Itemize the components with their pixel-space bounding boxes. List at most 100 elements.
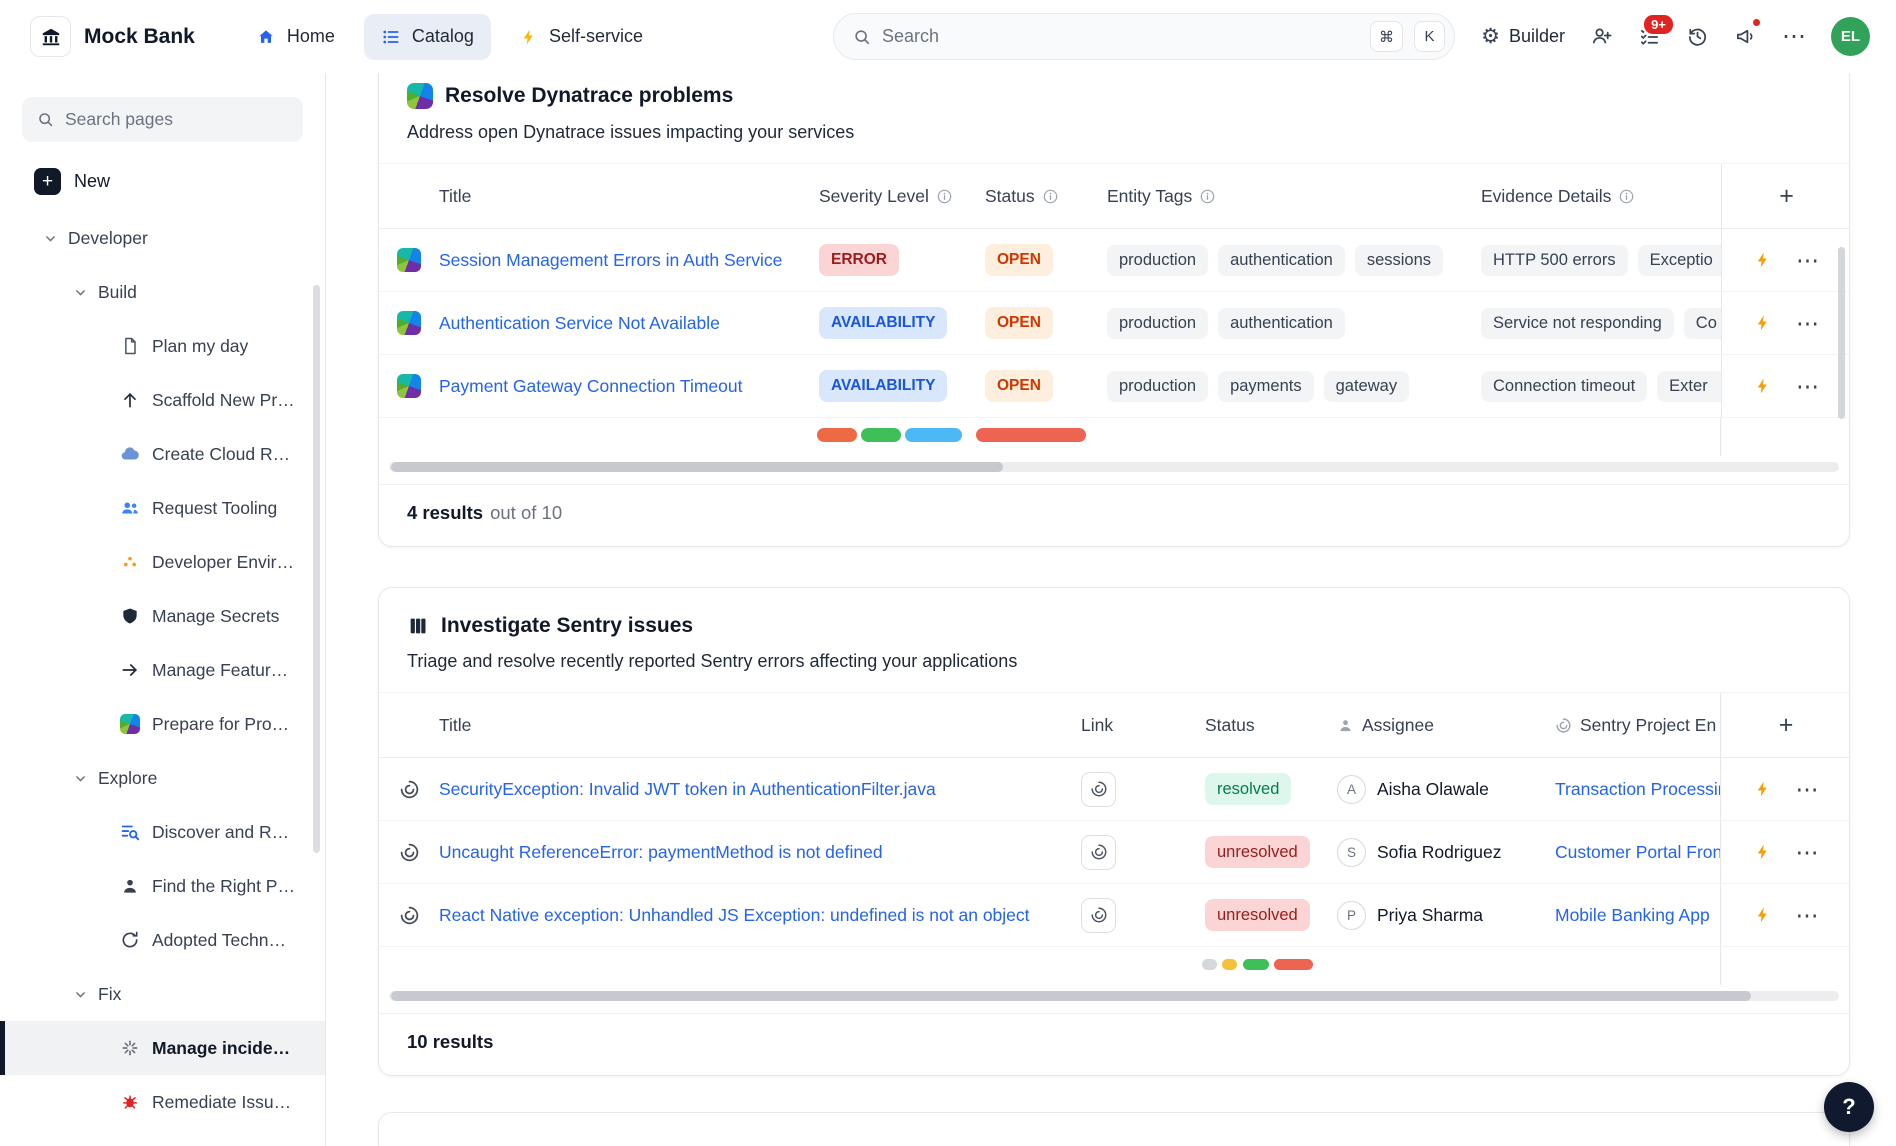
run-action-button[interactable] (1754, 377, 1772, 395)
dots-cluster-icon (118, 552, 141, 572)
more-menu-button[interactable]: ⋯ (1782, 25, 1806, 49)
run-action-button[interactable] (1754, 843, 1772, 861)
entity-tag: payments (1218, 371, 1314, 402)
global-search[interactable]: ⌘ K (833, 13, 1455, 60)
sidebar-group-explore[interactable]: Explore (0, 751, 325, 805)
new-page-button[interactable]: + New (0, 158, 325, 205)
column-status: Status (985, 186, 1035, 207)
sidebar-item-discover[interactable]: Discover and R… (0, 805, 325, 859)
entity-tag: production (1107, 371, 1208, 402)
row-more-button[interactable]: ⋯ (1796, 904, 1819, 927)
add-column-button[interactable]: + (1779, 713, 1794, 738)
sidebar-item-remediate-issues[interactable]: Remediate Issu… (0, 1075, 325, 1129)
sidebar-item-manage-incidents[interactable]: Manage incide… (0, 1021, 325, 1075)
problem-title-link[interactable]: Payment Gateway Connection Timeout (439, 376, 743, 397)
project-link[interactable]: Mobile Banking App (1555, 905, 1710, 926)
run-action-button[interactable] (1754, 780, 1772, 798)
chevron-down-icon (44, 232, 57, 245)
history-button[interactable] (1686, 25, 1709, 48)
status-badge: resolved (1205, 773, 1291, 805)
sidebar-group-developer[interactable]: Developer (0, 211, 325, 265)
sidebar-item-create-cloud[interactable]: Create Cloud R… (0, 427, 325, 481)
sidebar-item-developer-environments[interactable]: Developer Envir… (0, 535, 325, 589)
sentry-icon (1090, 780, 1108, 798)
sentry-link-button[interactable] (1081, 835, 1116, 870)
sidebar-item-plan-my-day[interactable]: Plan my day (0, 319, 325, 373)
sidebar-item-adopted-technologies[interactable]: Adopted Techn… (0, 913, 325, 967)
brand[interactable]: Mock Bank (30, 16, 195, 57)
chip-preview (861, 428, 901, 442)
info-icon[interactable] (1200, 189, 1215, 204)
sidebar-item-find-the-right[interactable]: Find the Right P… (0, 859, 325, 913)
row-more-button[interactable]: ⋯ (1796, 841, 1819, 864)
chip-preview (1202, 959, 1217, 970)
announcements-button[interactable] (1734, 25, 1757, 48)
issue-title-link[interactable]: SecurityException: Invalid JWT token in … (439, 779, 936, 800)
search-input[interactable] (882, 26, 1359, 47)
widget-subtitle: Triage and resolve recently reported Sen… (407, 651, 1821, 672)
horizontal-scrollbar-thumb[interactable] (391, 991, 1751, 1001)
sidebar-scrollbar-thumb[interactable] (313, 285, 320, 853)
sidebar-item-manage-features[interactable]: Manage Featur… (0, 643, 325, 697)
sentry-link-button[interactable] (1081, 898, 1116, 933)
sidebar-search[interactable] (22, 97, 303, 142)
nav-catalog[interactable]: Catalog (364, 14, 491, 60)
invite-user-button[interactable] (1590, 25, 1613, 48)
user-avatar[interactable]: EL (1831, 17, 1870, 56)
horizontal-scrollbar-thumb[interactable] (391, 462, 1003, 472)
dynatrace-icon (397, 248, 421, 272)
nav-self-service[interactable]: Self-service (503, 14, 660, 60)
column-entity-tags: Entity Tags (1107, 186, 1192, 207)
sidebar-item-manage-secrets[interactable]: Manage Secrets (0, 589, 325, 643)
results-count: 10 results (407, 1031, 493, 1053)
issue-title-link[interactable]: Uncaught ReferenceError: paymentMethod i… (439, 842, 883, 863)
sidebar-search-input[interactable] (65, 109, 288, 130)
document-icon (118, 336, 141, 356)
chip-preview (817, 428, 857, 442)
sidebar-item-prepare-for-production[interactable]: Prepare for Pro… (0, 697, 325, 751)
info-icon[interactable] (1619, 189, 1634, 204)
status-badge: OPEN (985, 307, 1053, 339)
cloud-icon (118, 443, 141, 465)
assignee-name: Sofia Rodriguez (1377, 842, 1502, 863)
add-column-button[interactable]: + (1779, 184, 1794, 209)
row-more-button[interactable]: ⋯ (1796, 249, 1819, 272)
builder-button[interactable]: ⚙ Builder (1481, 26, 1565, 47)
more-icon: ⋯ (1782, 25, 1806, 49)
sidebar-group-build[interactable]: Build (0, 265, 325, 319)
column-title: Title (439, 715, 471, 736)
project-link[interactable]: Customer Portal Front (1555, 842, 1720, 863)
help-button[interactable]: ? (1824, 1082, 1874, 1132)
project-link[interactable]: Transaction Processin (1555, 779, 1720, 800)
assignee-avatar: A (1337, 775, 1366, 804)
problem-title-link[interactable]: Authentication Service Not Available (439, 313, 720, 334)
horizontal-scrollbar-track[interactable] (389, 462, 1839, 472)
sentry-link-button[interactable] (1081, 772, 1116, 807)
command-keycap: ⌘ (1370, 21, 1403, 52)
table-row: React Native exception: Unhandled JS Exc… (379, 884, 1849, 947)
column-link: Link (1081, 715, 1113, 736)
sidebar-group-fix[interactable]: Fix (0, 967, 325, 1021)
widget-subtitle: Address open Dynatrace issues impacting … (407, 122, 1821, 143)
tasks-button[interactable]: 9+ (1638, 25, 1661, 48)
person-icon (1337, 717, 1354, 734)
info-icon[interactable] (937, 189, 952, 204)
horizontal-scrollbar-track[interactable] (389, 991, 1839, 1001)
nav-home[interactable]: Home (239, 14, 352, 60)
table-vertical-scrollbar-thumb[interactable] (1838, 247, 1845, 419)
issue-title-link[interactable]: React Native exception: Unhandled JS Exc… (439, 905, 1030, 926)
sidebar-item-scaffold-new[interactable]: Scaffold New Pr… (0, 373, 325, 427)
run-action-button[interactable] (1754, 906, 1772, 924)
run-action-button[interactable] (1754, 314, 1772, 332)
k-keycap: K (1414, 21, 1445, 52)
chip-preview (1243, 959, 1269, 970)
problem-title-link[interactable]: Session Management Errors in Auth Servic… (439, 250, 782, 271)
severity-badge: ERROR (819, 244, 899, 276)
primary-nav: Home Catalog Self-service (239, 14, 660, 60)
row-more-button[interactable]: ⋯ (1796, 312, 1819, 335)
sidebar-item-request-tooling[interactable]: Request Tooling (0, 481, 325, 535)
run-action-button[interactable] (1754, 251, 1772, 269)
info-icon[interactable] (1043, 189, 1058, 204)
row-more-button[interactable]: ⋯ (1796, 375, 1819, 398)
row-more-button[interactable]: ⋯ (1796, 778, 1819, 801)
